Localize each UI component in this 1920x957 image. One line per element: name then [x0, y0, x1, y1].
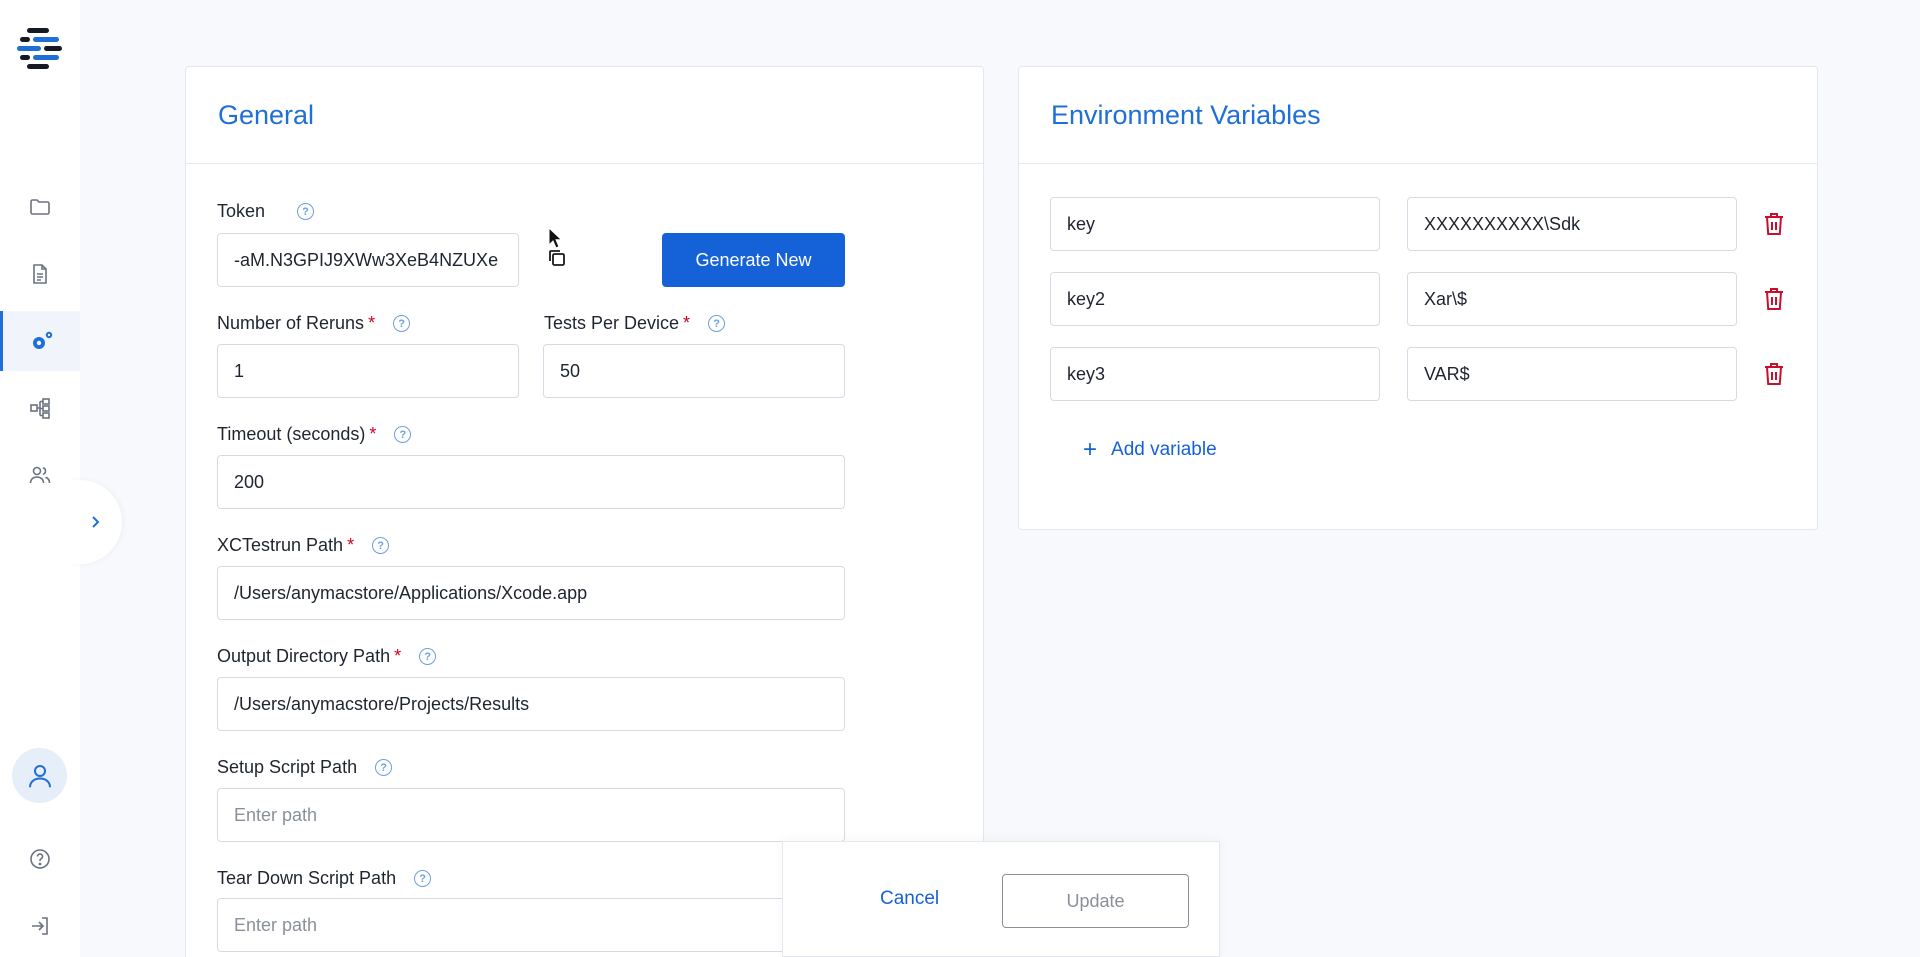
setup-script-field[interactable]: Enter path	[217, 788, 845, 842]
avatar[interactable]	[12, 748, 67, 803]
token-label-row: Token ?	[217, 201, 315, 222]
env-value-field[interactable]: XXXXXXXXXX\Sdk	[1407, 197, 1737, 251]
help-icon[interactable]: ?	[393, 315, 411, 332]
setup-script-label-row: Setup Script Path ?	[217, 757, 393, 778]
reruns-field[interactable]: 1	[217, 344, 519, 398]
add-variable-button[interactable]: + Add variable	[1083, 436, 1217, 464]
logout-icon	[32, 917, 48, 935]
tests-per-device-label-row: Tests Per Device * ?	[544, 313, 726, 334]
reruns-label: Number of Reruns	[217, 313, 365, 333]
xctestrun-label: XCTestrun Path	[217, 535, 344, 555]
copy-icon[interactable]	[545, 246, 569, 270]
env-key-field[interactable]: key	[1050, 197, 1380, 251]
token-field[interactable]: -aM.N3GPIJ9XWw3XeB4NZUXe	[217, 233, 519, 287]
generate-new-button[interactable]: Generate New	[662, 233, 845, 287]
workflow-icon	[30, 398, 50, 419]
nav-settings[interactable]	[0, 311, 80, 371]
xctestrun-path-field[interactable]: /Users/anymacstore/Applications/Xcode.ap…	[217, 566, 845, 620]
teardown-script-label-row: Tear Down Script Path ?	[217, 868, 432, 889]
required-mark: *	[368, 313, 376, 333]
help-icon[interactable]: ?	[372, 537, 390, 554]
help-icon[interactable]: ?	[419, 648, 437, 665]
tests-per-device-field[interactable]: 50	[543, 344, 845, 398]
help-icon	[30, 849, 50, 869]
output-dir-label: Output Directory Path	[217, 646, 391, 666]
env-title: Environment Variables	[1051, 99, 1321, 130]
xctestrun-label-row: XCTestrun Path * ?	[217, 535, 390, 556]
sidebar-expand-button[interactable]	[68, 480, 122, 564]
timeout-label: Timeout (seconds)	[217, 424, 366, 444]
folder-icon	[30, 199, 50, 215]
teardown-script-field[interactable]: Enter path	[217, 898, 845, 952]
app-logo[interactable]	[17, 27, 65, 71]
required-mark: *	[369, 424, 377, 444]
cancel-button[interactable]: Cancel	[880, 888, 939, 910]
trash-icon[interactable]	[1763, 362, 1785, 386]
chevron-right-icon	[92, 516, 100, 528]
required-mark: *	[394, 646, 402, 666]
sidebar	[0, 0, 80, 957]
general-card-header: General	[186, 67, 983, 164]
nav-help[interactable]	[0, 829, 80, 889]
env-key-field[interactable]: key3	[1050, 347, 1380, 401]
users-icon	[29, 466, 51, 484]
nav-workflows[interactable]	[0, 378, 80, 438]
required-mark: *	[683, 313, 691, 333]
trash-icon[interactable]	[1763, 287, 1785, 311]
plus-icon: +	[1083, 436, 1098, 463]
output-dir-label-row: Output Directory Path * ?	[217, 646, 437, 667]
env-card-header: Environment Variables	[1019, 67, 1817, 164]
nav-projects[interactable]	[0, 177, 80, 237]
help-icon[interactable]: ?	[297, 203, 315, 220]
gear-icon	[32, 331, 52, 349]
user-icon	[28, 764, 51, 787]
add-variable-label: Add variable	[1111, 439, 1217, 460]
nav-logout[interactable]	[0, 896, 80, 956]
general-title: General	[218, 99, 315, 130]
tests-per-device-label: Tests Per Device	[544, 313, 680, 333]
action-bar: Cancel Update	[782, 841, 1220, 957]
nav-documents[interactable]	[0, 244, 80, 304]
output-dir-field[interactable]: /Users/anymacstore/Projects/Results	[217, 677, 845, 731]
env-value-field[interactable]: Xar\$	[1407, 272, 1737, 326]
token-label: Token	[217, 201, 266, 221]
env-key-field[interactable]: key2	[1050, 272, 1380, 326]
help-icon[interactable]: ?	[414, 870, 432, 887]
document-icon	[33, 264, 47, 284]
setup-script-label: Setup Script Path	[217, 757, 358, 777]
timeout-label-row: Timeout (seconds) * ?	[217, 424, 412, 445]
teardown-script-label: Tear Down Script Path	[217, 868, 397, 888]
reruns-label-row: Number of Reruns * ?	[217, 313, 411, 334]
help-icon[interactable]: ?	[394, 426, 412, 443]
required-mark: *	[347, 535, 355, 555]
env-value-field[interactable]: VAR$	[1407, 347, 1737, 401]
timeout-field[interactable]: 200	[217, 455, 845, 509]
trash-icon[interactable]	[1763, 212, 1785, 236]
update-button[interactable]: Update	[1002, 874, 1189, 928]
help-icon[interactable]: ?	[708, 315, 726, 332]
help-icon[interactable]: ?	[375, 759, 393, 776]
